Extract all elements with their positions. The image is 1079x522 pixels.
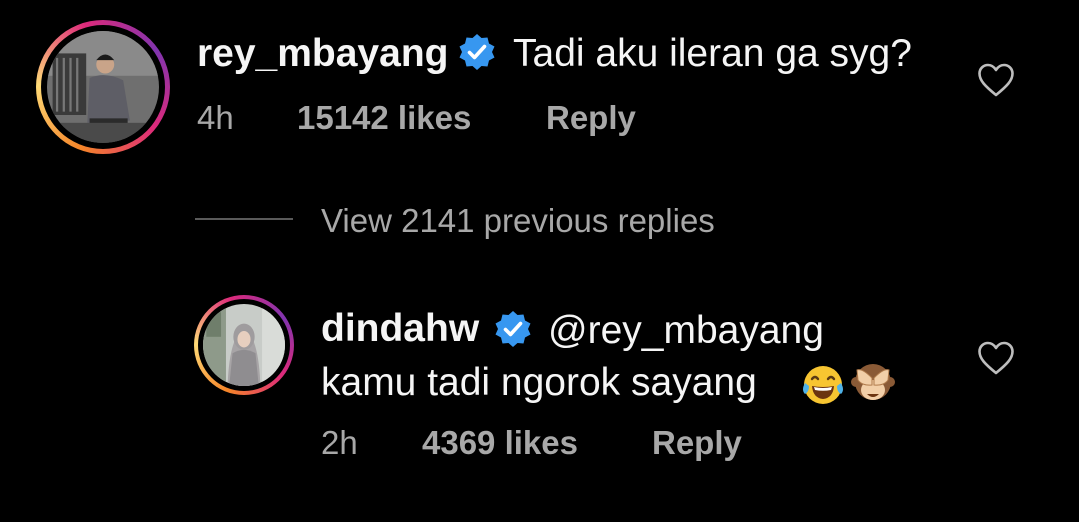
avatar[interactable] — [194, 295, 294, 395]
avatar-gap — [198, 299, 290, 391]
heart-icon[interactable] — [977, 62, 1015, 98]
reply-username[interactable]: dindahw — [321, 307, 479, 351]
view-previous-replies-button[interactable]: View 2141 previous replies — [321, 202, 715, 240]
comment-reply-button[interactable]: Reply — [546, 99, 636, 137]
reply-time: 2h — [321, 424, 358, 461]
heart-icon[interactable] — [977, 340, 1015, 376]
reply-likes[interactable]: 4369 likes — [422, 424, 578, 462]
avatar[interactable] — [36, 20, 170, 154]
avatar-photo — [47, 31, 159, 143]
see-no-evil-monkey-emoji-icon — [851, 364, 895, 400]
reply-reply-button[interactable]: Reply — [652, 424, 742, 462]
avatar-photo — [203, 304, 285, 386]
comment-text: Tadi aku ileran ga syg? — [513, 32, 912, 75]
tears-of-joy-emoji-icon — [803, 366, 843, 404]
reply-text: kamu tadi ngorok sayang — [321, 361, 757, 404]
verified-badge-icon — [495, 311, 531, 347]
comment-time: 4h — [197, 99, 234, 136]
avatar-gap — [41, 25, 165, 149]
verified-badge-icon — [459, 34, 495, 70]
replies-divider-line — [195, 218, 293, 220]
comment-username[interactable]: rey_mbayang — [197, 32, 448, 76]
reply-mention[interactable]: @rey_mbayang — [548, 309, 824, 353]
comment-likes[interactable]: 15142 likes — [297, 99, 471, 137]
